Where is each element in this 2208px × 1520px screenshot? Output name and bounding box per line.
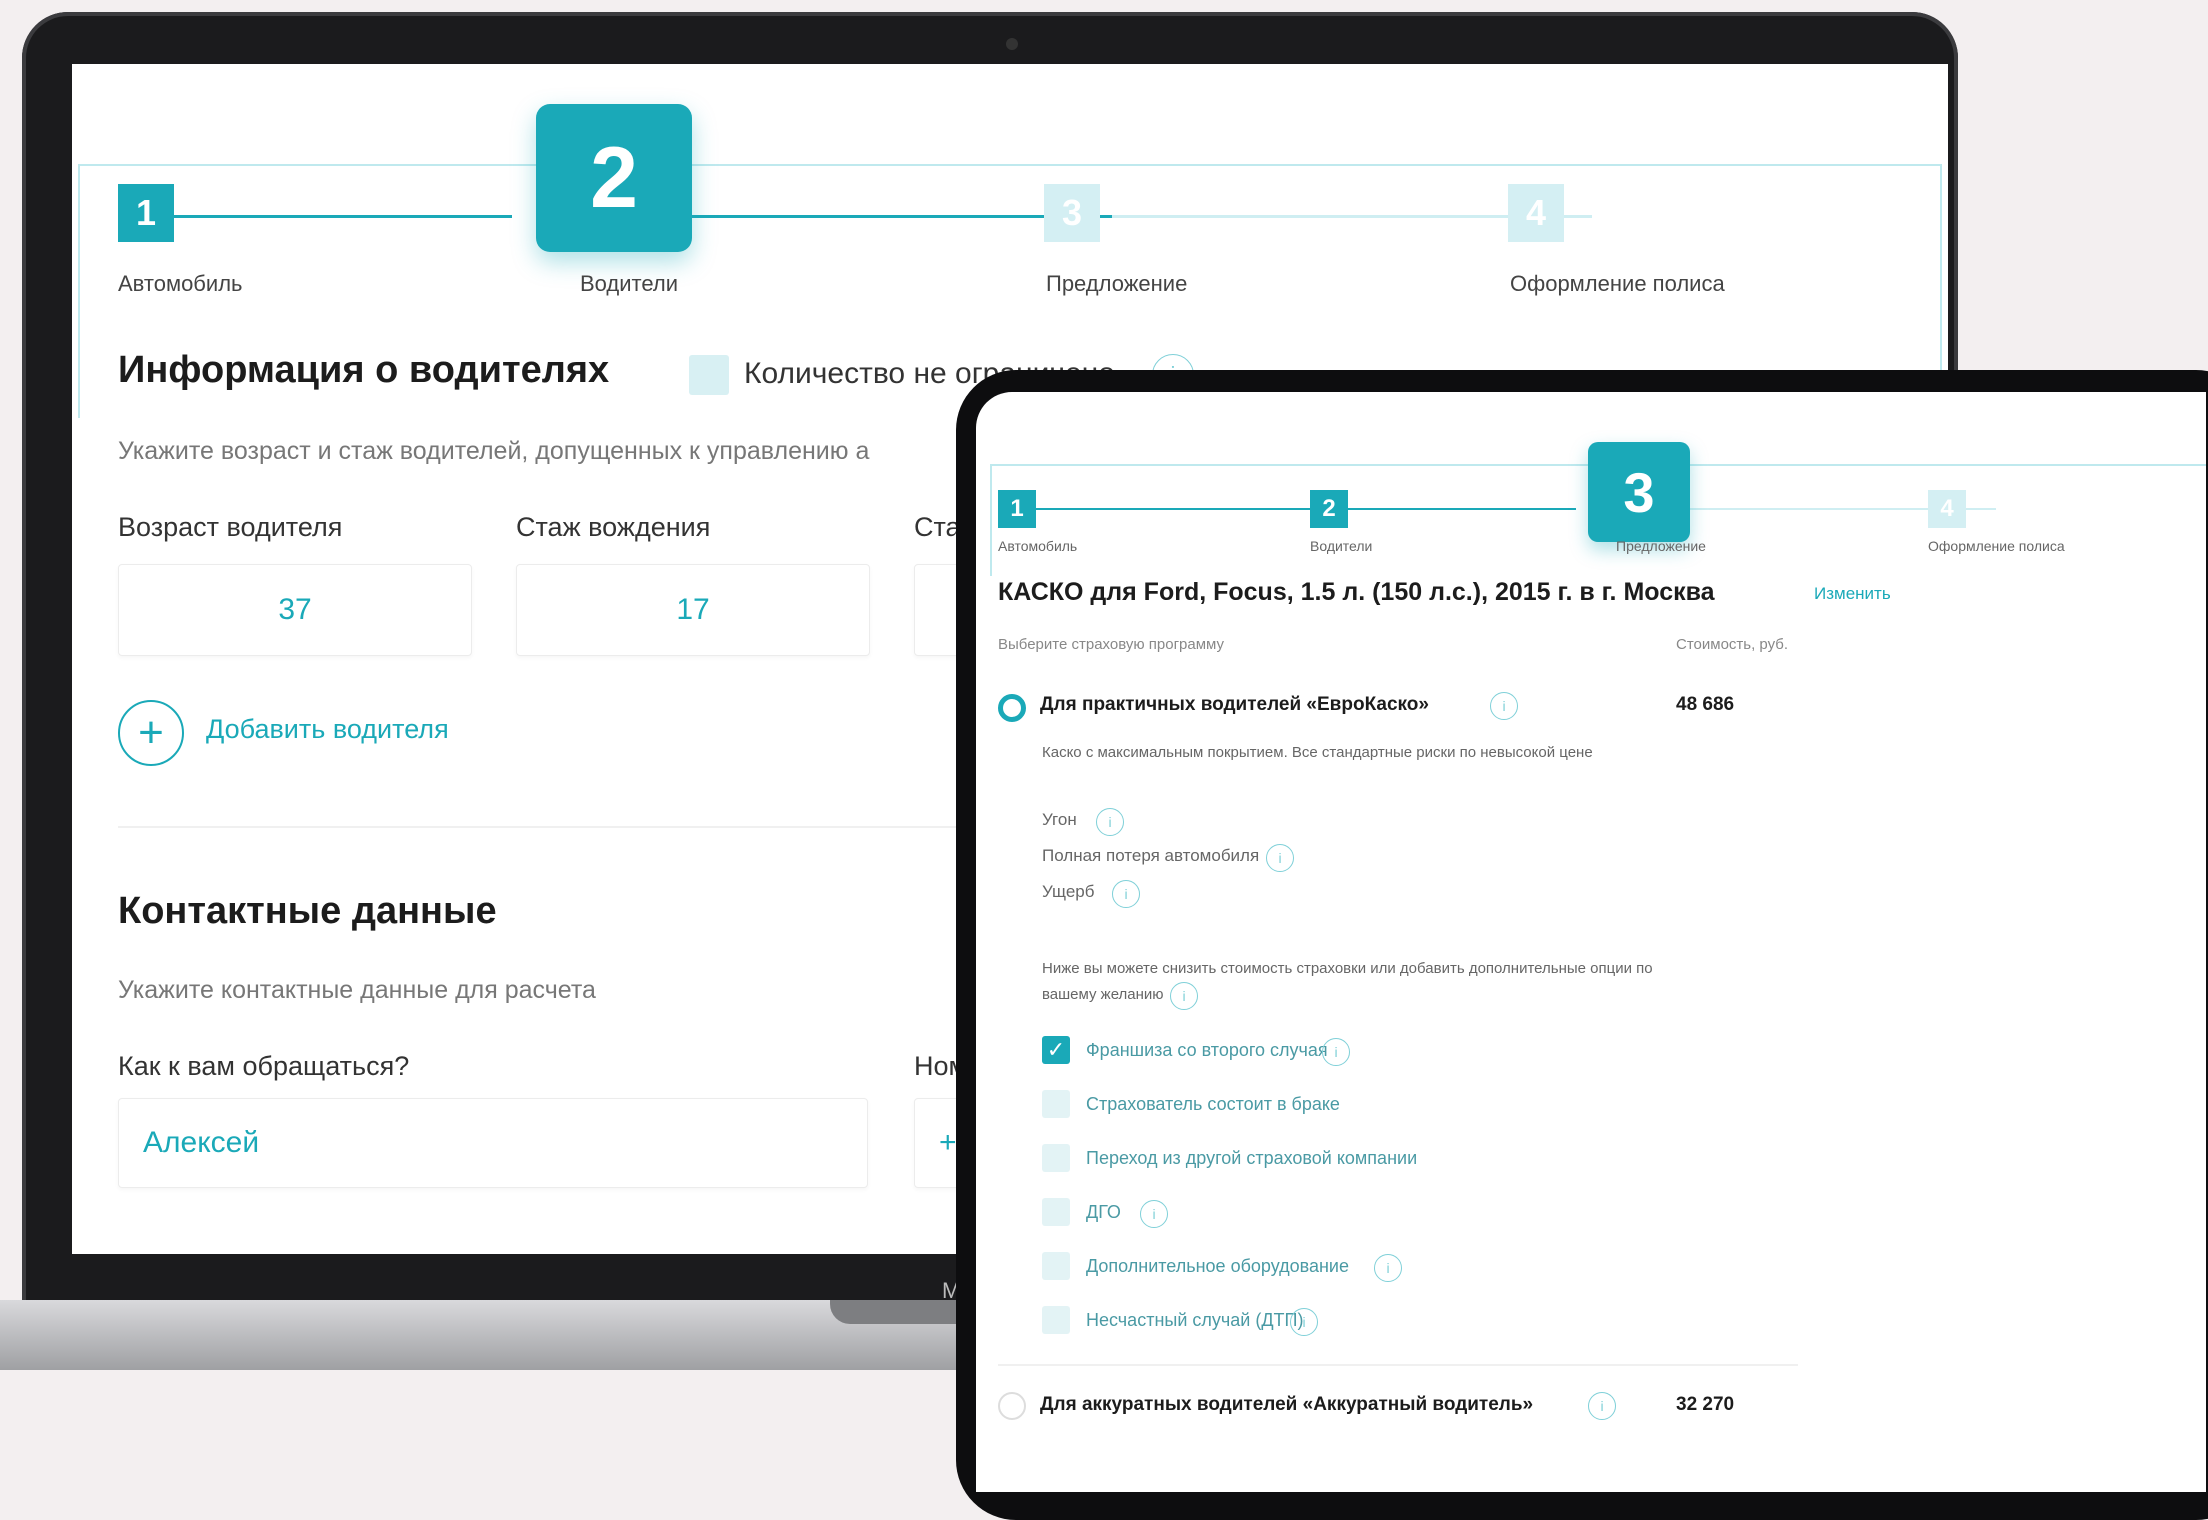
risk-theft: Угон xyxy=(1042,810,1077,829)
option-accident[interactable]: Несчастный случай (ДТП) xyxy=(1086,1310,1303,1331)
tablet-step-1-label: Автомобиль xyxy=(998,538,1078,554)
step-4-number[interactable]: 4 xyxy=(1508,184,1564,242)
risk-total-loss: Полная потеря автомобиля xyxy=(1042,846,1260,865)
tablet-step-1-number[interactable]: 1 xyxy=(998,490,1036,528)
casco-title: КАСКО для Ford, Focus, 1.5 л. (150 л.с.)… xyxy=(998,578,1715,606)
tablet-screen: 1 2 3 4 Автомобиль Водители Предложение … xyxy=(976,392,2206,1492)
tablet-step-4-number[interactable]: 4 xyxy=(1928,490,1966,528)
change-link[interactable]: Изменить xyxy=(1814,584,1891,604)
step-connector xyxy=(1016,508,1576,510)
add-driver-link[interactable]: Добавить водителя xyxy=(206,714,449,745)
camera xyxy=(1006,38,1018,50)
program-2-name: Для аккуратных водителей «Аккуратный вод… xyxy=(1040,1394,1534,1415)
info-icon[interactable]: i xyxy=(1322,1038,1350,1066)
step-3-label: Предложение xyxy=(1046,271,1188,296)
program-1-description: Каско с максимальным покрытием. Все стан… xyxy=(1042,744,1593,761)
step-1-label: Автомобиль xyxy=(118,271,243,296)
options-hint-line-1: Ниже вы можете снизить стоимость страхов… xyxy=(1042,960,1653,977)
program-1-name: Для практичных водителей «ЕвроКаско» xyxy=(1040,694,1429,715)
tablet-frame: 1 2 3 4 Автомобиль Водители Предложение … xyxy=(956,370,2208,1520)
option-checkbox[interactable] xyxy=(1042,1252,1070,1280)
option-transfer[interactable]: Переход из другой страховой компании xyxy=(1086,1148,1417,1169)
step-2-label: Водители xyxy=(580,271,679,296)
tablet-step-2-number[interactable]: 2 xyxy=(1310,490,1348,528)
info-icon[interactable]: i xyxy=(1112,880,1140,908)
option-dgo[interactable]: ДГО xyxy=(1086,1202,1121,1223)
unlimited-drivers-checkbox[interactable] xyxy=(689,355,729,395)
driver-age-label: Возраст водителя xyxy=(118,512,343,542)
info-icon[interactable]: i xyxy=(1266,844,1294,872)
option-checkbox[interactable] xyxy=(1042,1306,1070,1334)
step-2-number-active[interactable]: 2 xyxy=(536,104,692,252)
step-connector xyxy=(632,215,1112,218)
choose-program-label: Выберите страховую программу xyxy=(998,636,1225,653)
driving-experience-input[interactable]: 17 xyxy=(516,564,870,656)
option-checkbox[interactable] xyxy=(1042,1144,1070,1172)
tablet-step-4-label: Оформление полиса xyxy=(1928,538,2065,554)
tablet-step-2-label: Водители xyxy=(1310,538,1373,554)
program-1-price: 48 686 xyxy=(1676,694,1735,715)
plus-icon[interactable]: + xyxy=(118,700,184,766)
drivers-section-title: Информация о водителях xyxy=(118,349,610,391)
info-icon[interactable]: i xyxy=(1490,692,1518,720)
driving-experience-label: Стаж вождения xyxy=(516,512,711,542)
option-checkbox[interactable] xyxy=(1042,1090,1070,1118)
info-icon[interactable]: i xyxy=(1290,1308,1318,1336)
tablet-step-3-label: Предложение xyxy=(1616,538,1706,554)
step-connector xyxy=(142,215,512,218)
contacts-hint: Укажите контактные данные для расчета xyxy=(118,976,596,1004)
info-icon[interactable]: i xyxy=(1170,982,1198,1010)
name-input[interactable]: Алексей xyxy=(118,1098,868,1188)
program-2-price: 32 270 xyxy=(1676,1394,1735,1415)
name-label: Как к вам обращаться? xyxy=(118,1051,410,1081)
drivers-hint: Укажите возраст и стаж водителей, допуще… xyxy=(118,437,870,465)
risk-damage: Ущерб xyxy=(1042,882,1095,901)
step-4-label: Оформление полиса xyxy=(1510,271,1725,296)
option-checkbox[interactable] xyxy=(1042,1198,1070,1226)
info-icon[interactable]: i xyxy=(1588,1392,1616,1420)
step-1-number[interactable]: 1 xyxy=(118,184,174,242)
driver-age-input[interactable]: 37 xyxy=(118,564,472,656)
checkmark-icon: ✓ xyxy=(1046,1037,1066,1062)
contacts-section-title: Контактные данные xyxy=(118,890,497,932)
program-1-radio-selected[interactable] xyxy=(998,694,1026,722)
option-franchise[interactable]: Франшиза со второго случая xyxy=(1086,1040,1328,1061)
options-hint-line-2: вашему желанию xyxy=(1042,986,1164,1003)
divider xyxy=(118,826,1078,828)
divider xyxy=(998,1364,1798,1366)
option-married[interactable]: Страхователь состоит в браке xyxy=(1086,1094,1340,1115)
cost-header: Стоимость, руб. xyxy=(1676,636,1789,653)
info-icon[interactable]: i xyxy=(1096,808,1124,836)
step-3-number[interactable]: 3 xyxy=(1044,184,1100,242)
info-icon[interactable]: i xyxy=(1140,1200,1168,1228)
option-checkbox-checked[interactable]: ✓ xyxy=(1042,1036,1070,1064)
program-2-radio[interactable] xyxy=(998,1392,1026,1420)
tablet-step-3-number-active[interactable]: 3 xyxy=(1588,442,1690,542)
option-equipment[interactable]: Дополнительное оборудование xyxy=(1086,1256,1349,1277)
info-icon[interactable]: i xyxy=(1374,1254,1402,1282)
